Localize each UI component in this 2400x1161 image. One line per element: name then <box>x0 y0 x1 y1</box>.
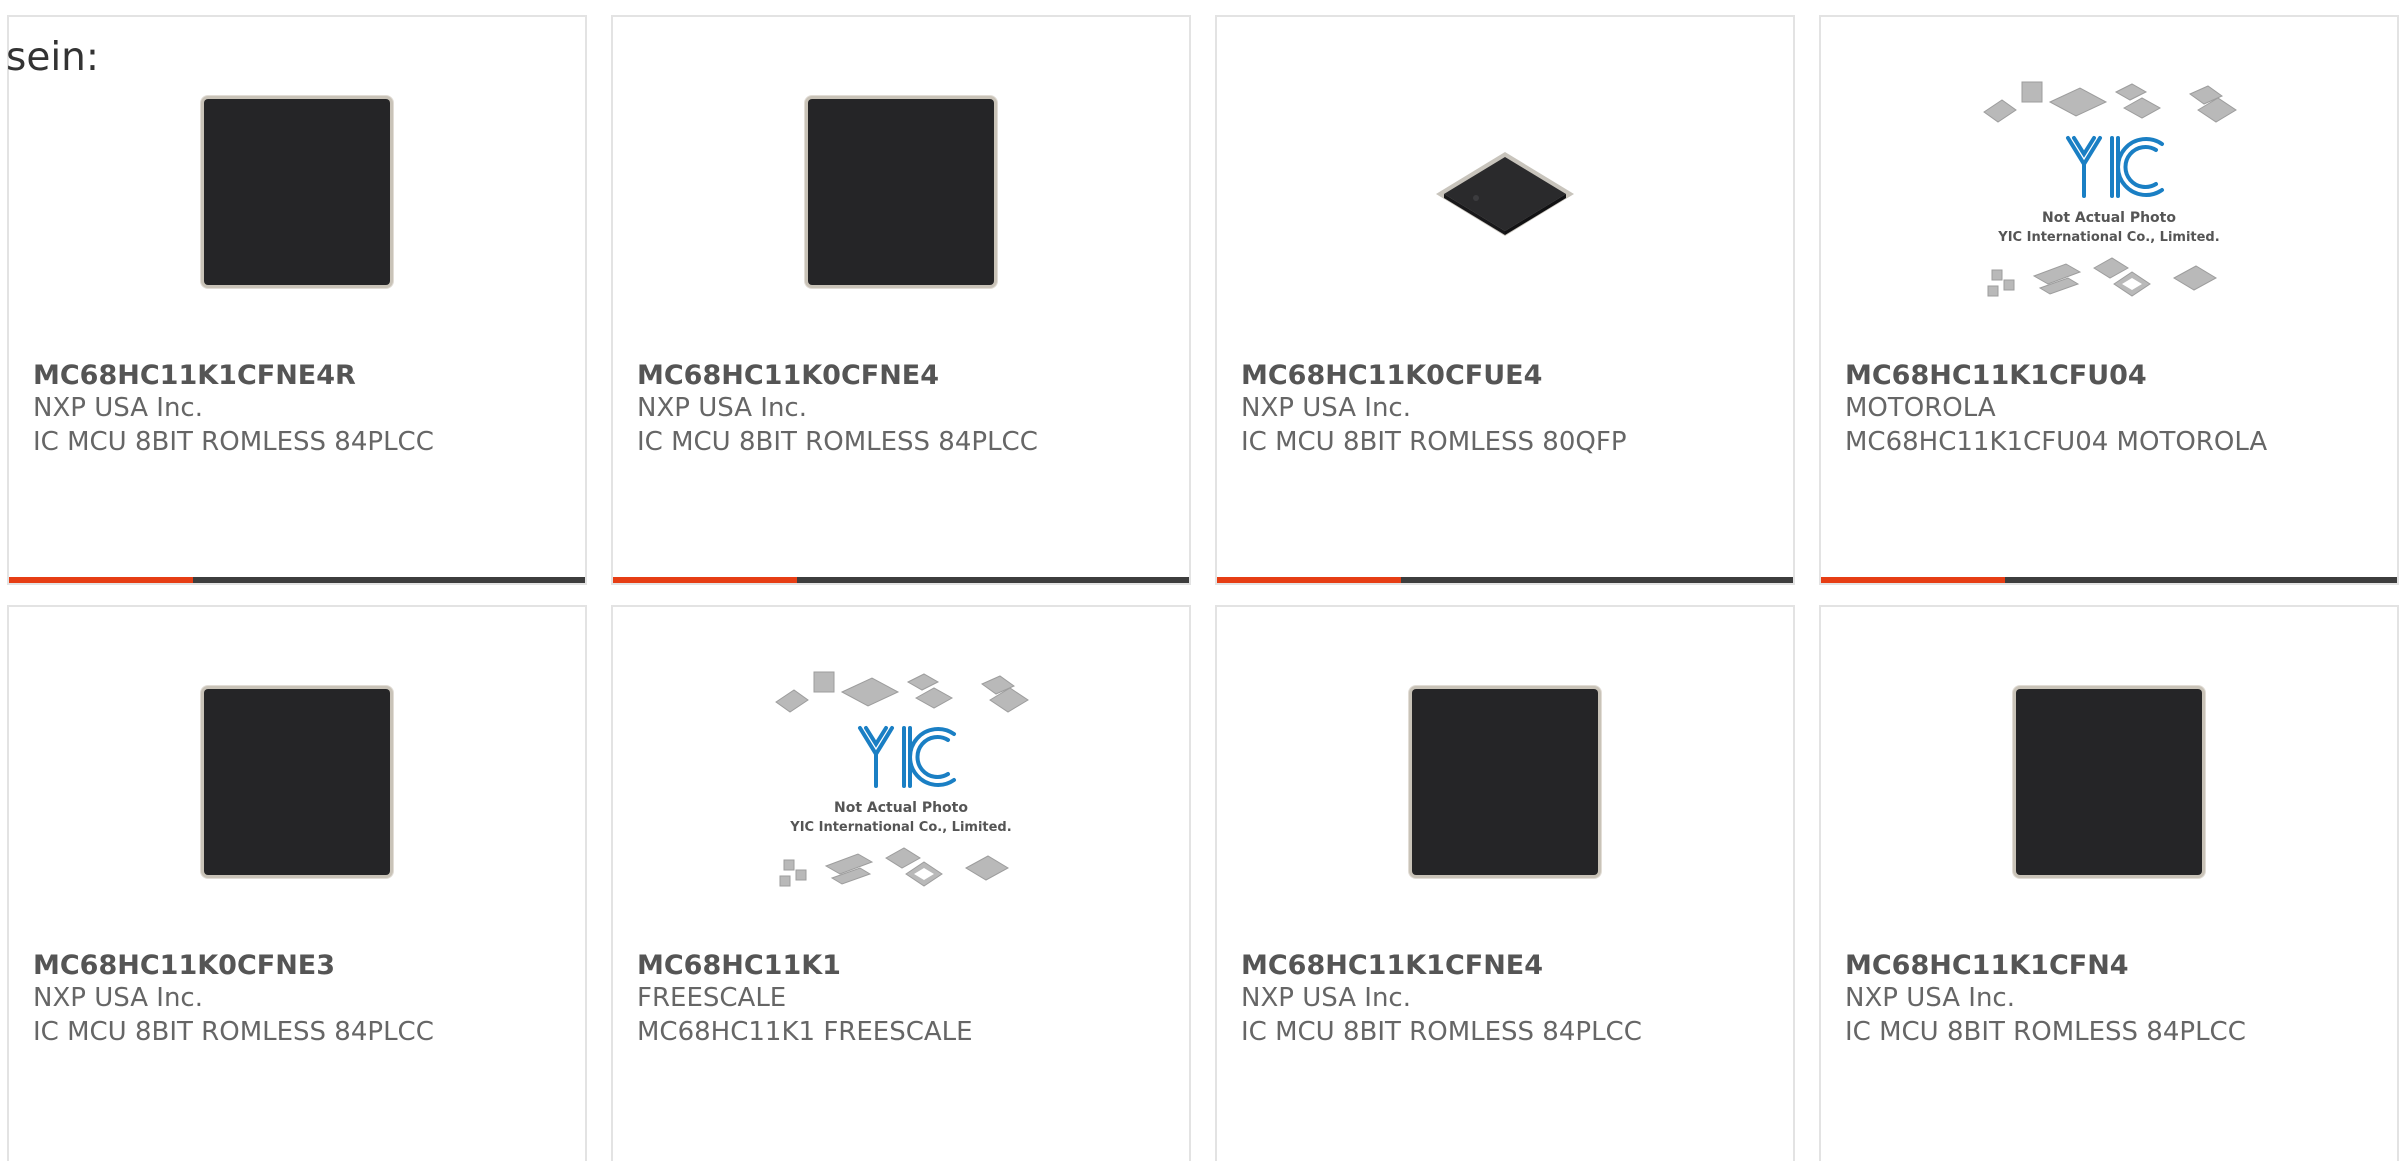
card-accent-bar-fill <box>1217 577 1402 583</box>
plcc-chip-icon <box>2016 689 2202 875</box>
plcc-chip-icon <box>1412 689 1598 875</box>
product-part-number[interactable]: MC68HC11K1CFNE4R <box>33 358 356 393</box>
product-card[interactable]: MC68HC11K0CFNE3 NXP USA Inc. IC MCU 8BIT R… <box>7 605 587 1161</box>
product-card[interactable]: MC68HC11K1CFNE4 NXP USA Inc. IC MCU 8BIT R… <box>1215 605 1795 1161</box>
product-manufacturer: MOTOROLA <box>1845 393 1996 423</box>
product-card[interactable]: MC68HC11K1CFNE4R NXP USA Inc. IC MCU 8BIT … <box>7 15 587 585</box>
card-accent-bar-fill <box>1821 577 2006 583</box>
product-description: IC MCU 8BIT ROMLESS 84PLCC <box>33 1017 434 1047</box>
product-manufacturer: FREESCALE <box>637 983 787 1013</box>
qfp-chip-icon <box>1430 142 1580 242</box>
product-manufacturer: NXP USA Inc. <box>637 393 807 423</box>
product-grid: MC68HC11K1CFNE4R NXP USA Inc. IC MCU 8BIT … <box>7 15 2399 1161</box>
product-image[interactable] <box>613 72 1189 312</box>
product-manufacturer: NXP USA Inc. <box>1241 983 1411 1013</box>
not-actual-photo-icon: Not Actual Photo YIC International Co., … <box>1974 72 2244 312</box>
intro-text: sein: <box>6 35 100 80</box>
product-part-number[interactable]: MC68HC11K1CFN4 <box>1845 948 2129 983</box>
product-description: IC MCU 8BIT ROMLESS 84PLCC <box>1241 1017 1642 1047</box>
product-manufacturer: NXP USA Inc. <box>1241 393 1411 423</box>
card-accent-bar <box>1821 577 2397 583</box>
product-card[interactable]: Not Actual Photo YIC International Co., … <box>611 605 1191 1161</box>
product-description: IC MCU 8BIT ROMLESS 84PLCC <box>33 427 434 457</box>
product-part-number[interactable]: MC68HC11K1CFU04 <box>1845 358 2147 393</box>
product-description: IC MCU 8BIT ROMLESS 80QFP <box>1241 427 1627 457</box>
product-grid-page: sein: MC68HC11K1CFNE4R NXP USA Inc. IC MCU… <box>0 0 2400 1161</box>
plcc-chip-icon <box>204 689 390 875</box>
not-actual-photo-icon: Not Actual Photo YIC International Co., … <box>766 662 1036 902</box>
product-image[interactable]: Not Actual Photo YIC International Co., … <box>1821 72 2397 312</box>
product-part-number[interactable]: MC68HC11K1 <box>637 948 841 983</box>
product-card[interactable]: MC68HC11K0CFNE4 NXP USA Inc. IC MCU 8BIT R… <box>611 15 1191 585</box>
plcc-chip-icon <box>204 99 390 285</box>
product-manufacturer: NXP USA Inc. <box>33 393 203 423</box>
not-actual-photo-line2: YIC International Co., Limited. <box>1997 230 2219 245</box>
plcc-chip-icon <box>808 99 994 285</box>
product-image[interactable]: Not Actual Photo YIC International Co., … <box>613 662 1189 902</box>
card-accent-bar <box>613 577 1189 583</box>
product-description: IC MCU 8BIT ROMLESS 84PLCC <box>637 427 1038 457</box>
product-card[interactable]: MC68HC11K0CFUE4 NXP USA Inc. IC MCU 8BIT R… <box>1215 15 1795 585</box>
product-image[interactable] <box>1217 72 1793 312</box>
not-actual-photo-line1: Not Actual Photo <box>834 800 968 816</box>
card-accent-bar <box>1217 577 1793 583</box>
product-part-number[interactable]: MC68HC11K0CFNE3 <box>33 948 335 983</box>
card-accent-bar <box>9 577 585 583</box>
product-image[interactable] <box>9 72 585 312</box>
product-image[interactable] <box>9 662 585 902</box>
card-accent-bar-fill <box>9 577 194 583</box>
product-manufacturer: NXP USA Inc. <box>33 983 203 1013</box>
product-description: MC68HC11K1CFU04 MOTOROLA <box>1845 427 2268 457</box>
product-part-number[interactable]: MC68HC11K0CFNE4 <box>637 358 939 393</box>
product-image[interactable] <box>1217 662 1793 902</box>
card-accent-bar-fill <box>613 577 798 583</box>
product-card[interactable]: Not Actual Photo YIC International Co., … <box>1819 15 2399 585</box>
not-actual-photo-line1: Not Actual Photo <box>2042 210 2176 226</box>
not-actual-photo-line2: YIC International Co., Limited. <box>789 820 1011 835</box>
product-image[interactable] <box>1821 662 2397 902</box>
product-manufacturer: NXP USA Inc. <box>1845 983 2015 1013</box>
product-description: IC MCU 8BIT ROMLESS 84PLCC <box>1845 1017 2246 1047</box>
product-description: MC68HC11K1 FREESCALE <box>637 1017 973 1047</box>
product-card[interactable]: MC68HC11K1CFN4 NXP USA Inc. IC MCU 8BIT RO… <box>1819 605 2399 1161</box>
product-part-number[interactable]: MC68HC11K1CFNE4 <box>1241 948 1543 983</box>
product-part-number[interactable]: MC68HC11K0CFUE4 <box>1241 358 1542 393</box>
